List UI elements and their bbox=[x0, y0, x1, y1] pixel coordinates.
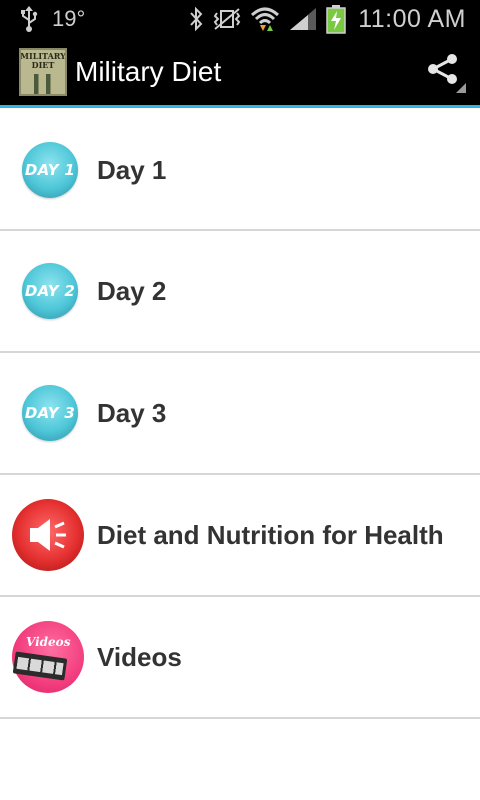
menu-list: DAY 1 Day 1 DAY 2 Day 2 DAY 3 Day 3 Diet… bbox=[0, 111, 480, 719]
menu-item-label: Day 1 bbox=[97, 154, 167, 185]
overflow-indicator bbox=[456, 82, 466, 93]
videos-icon: Videos bbox=[12, 621, 84, 693]
app-logo-text: MILITARY DIET bbox=[20, 50, 66, 70]
clock: 11:00 AM bbox=[358, 4, 466, 33]
app-title: Military Diet bbox=[75, 55, 222, 87]
menu-item-day-2[interactable]: DAY 2 Day 2 bbox=[0, 231, 480, 353]
menu-item-videos[interactable]: Videos Videos bbox=[0, 597, 480, 719]
day-2-icon: DAY 2 bbox=[22, 263, 78, 319]
logo-figures bbox=[28, 73, 58, 94]
battery-charging-icon bbox=[326, 4, 346, 34]
day-3-icon-text: DAY 3 bbox=[24, 404, 76, 422]
menu-item-label: Diet and Nutrition for Health bbox=[97, 519, 444, 550]
temperature: 19° bbox=[52, 6, 86, 31]
share-button[interactable] bbox=[420, 49, 466, 95]
bluetooth-icon bbox=[188, 6, 204, 32]
speaker-icon bbox=[12, 499, 84, 571]
menu-item-label: Videos bbox=[97, 641, 182, 672]
day-1-icon-text: DAY 1 bbox=[24, 161, 76, 179]
menu-item-diet-nutrition[interactable]: Diet and Nutrition for Health bbox=[0, 475, 480, 597]
day-3-icon: DAY 3 bbox=[22, 385, 78, 441]
status-bar: 19° 11:00 AM bbox=[0, 0, 480, 38]
menu-item-day-1[interactable]: DAY 1 Day 1 bbox=[0, 111, 480, 231]
wifi-icon bbox=[250, 5, 280, 33]
usb-icon bbox=[18, 5, 40, 33]
vibrate-icon bbox=[212, 6, 242, 32]
signal-icon bbox=[288, 6, 318, 32]
app-logo[interactable]: MILITARY DIET bbox=[19, 47, 67, 96]
day-2-icon-text: DAY 2 bbox=[24, 282, 76, 300]
menu-item-label: Day 2 bbox=[97, 275, 167, 306]
videos-icon-text: Videos bbox=[26, 635, 71, 649]
menu-item-day-3[interactable]: DAY 3 Day 3 bbox=[0, 353, 480, 475]
share-icon bbox=[426, 52, 460, 91]
menu-item-label: Day 3 bbox=[97, 397, 167, 428]
action-bar: MILITARY DIET Military Diet bbox=[0, 38, 480, 108]
day-1-icon: DAY 1 bbox=[22, 142, 78, 198]
film-strip bbox=[12, 651, 68, 681]
